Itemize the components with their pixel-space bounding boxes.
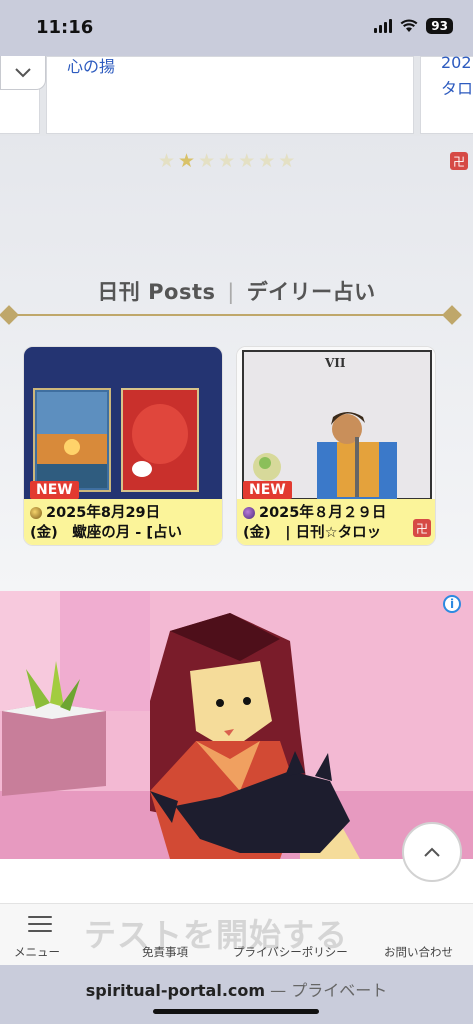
pagination-star-icon[interactable]: ★ [238, 152, 255, 171]
battery-indicator: 93 [426, 18, 453, 34]
carousel-pagination-stars[interactable]: ★ ★ ★ ★ ★ ★ ★ [158, 152, 295, 171]
collapse-toggle-button[interactable] [0, 56, 46, 90]
post-caption: 2025年８月２９日 (金) | 日刊☆タロッ [237, 499, 435, 545]
wifi-icon [400, 19, 418, 32]
chevron-up-icon [424, 847, 440, 857]
chevron-down-icon [15, 67, 31, 77]
post-date: 2025年8月29日 [46, 505, 161, 521]
post-thumbnail-tarot-cards [24, 347, 222, 499]
svg-text:VII: VII [324, 356, 346, 370]
ad-choice-icon[interactable]: 卍 [413, 519, 431, 537]
related-card-right-line2[interactable]: タロ [441, 75, 473, 99]
status-time: 11:16 [36, 17, 94, 38]
post-title: (金) 蠍座の月 - [占い [30, 525, 182, 541]
cellular-signal-icon [374, 19, 393, 33]
divider-diamond-right [442, 305, 462, 325]
section-title: 日刊 Posts | デイリー占い [0, 276, 473, 306]
pagination-star-icon[interactable]: ★ [178, 152, 195, 171]
nav-disclaimer[interactable]: 免責事項 [142, 944, 188, 960]
post-card[interactable]: VII NEW 2025年８月２９日 (金) | 日刊☆タロッ 卍 [236, 346, 436, 546]
related-card-right-line1[interactable]: 202 [441, 56, 472, 72]
bottom-navigation: テストを開始する メニュー 免責事項 プライバシーポリシー お問い合わせ [0, 903, 473, 965]
pagination-star-icon[interactable]: ★ [218, 152, 235, 171]
zodiac-icon [243, 507, 255, 519]
browser-url-bar[interactable]: spiritual-portal.com — プライベート [0, 965, 473, 1024]
nav-menu[interactable]: メニュー [14, 944, 60, 960]
section-title-separator: | [227, 280, 235, 304]
moon-icon [30, 507, 42, 519]
status-bar: 11:16 93 [0, 0, 473, 56]
ad-choice-icon[interactable]: 卍 [450, 152, 468, 170]
ad-illustration-girl-with-cat [0, 591, 473, 859]
ad-info-icon[interactable]: i [443, 595, 461, 613]
post-caption: 2025年8月29日 (金) 蠍座の月 - [占い [24, 499, 222, 545]
section-divider [10, 314, 460, 316]
divider-diamond-left [0, 305, 19, 325]
nav-contact[interactable]: お問い合わせ [384, 944, 453, 960]
post-card[interactable]: NEW 2025年8月29日 (金) 蠍座の月 - [占い [23, 346, 223, 546]
related-card-middle-link[interactable]: 心の揚 [67, 56, 115, 77]
daily-posts-section: ★ ★ ★ ★ ★ ★ ★ 卍 日刊 Posts | デイリー占い NEW 20… [0, 136, 473, 591]
new-badge: NEW [30, 481, 79, 499]
url-display[interactable]: spiritual-portal.com — プライベート [0, 977, 473, 1001]
related-cards-strip: 心の揚 202 タロ [0, 56, 473, 136]
post-date: 2025年８月２９日 [259, 505, 387, 521]
related-card-right[interactable]: 202 タロ [420, 56, 473, 134]
post-title: (金) | 日刊☆タロッ [243, 525, 382, 541]
ad-banner[interactable]: i [0, 591, 473, 859]
pagination-star-icon[interactable]: ★ [258, 152, 275, 171]
browsing-mode: — プライベート [265, 981, 388, 1000]
pagination-star-icon[interactable]: ★ [158, 152, 175, 171]
pagination-star-icon[interactable]: ★ [278, 152, 295, 171]
related-card-middle[interactable]: 心の揚 [46, 56, 414, 134]
content-gap [0, 859, 473, 903]
section-title-en: 日刊 Posts [97, 280, 216, 304]
pagination-star-icon[interactable]: ★ [198, 152, 215, 171]
status-icons: 93 [374, 18, 453, 34]
new-badge: NEW [243, 481, 292, 499]
scroll-to-top-button[interactable] [402, 822, 462, 882]
menu-icon[interactable] [28, 916, 52, 932]
post-thumbnail-chariot-card: VII [237, 347, 435, 499]
home-indicator [153, 1009, 319, 1014]
url-domain: spiritual-portal.com [85, 981, 266, 1000]
section-title-ja: デイリー占い [246, 280, 376, 304]
nav-privacy-policy[interactable]: プライバシーポリシー [233, 944, 348, 960]
